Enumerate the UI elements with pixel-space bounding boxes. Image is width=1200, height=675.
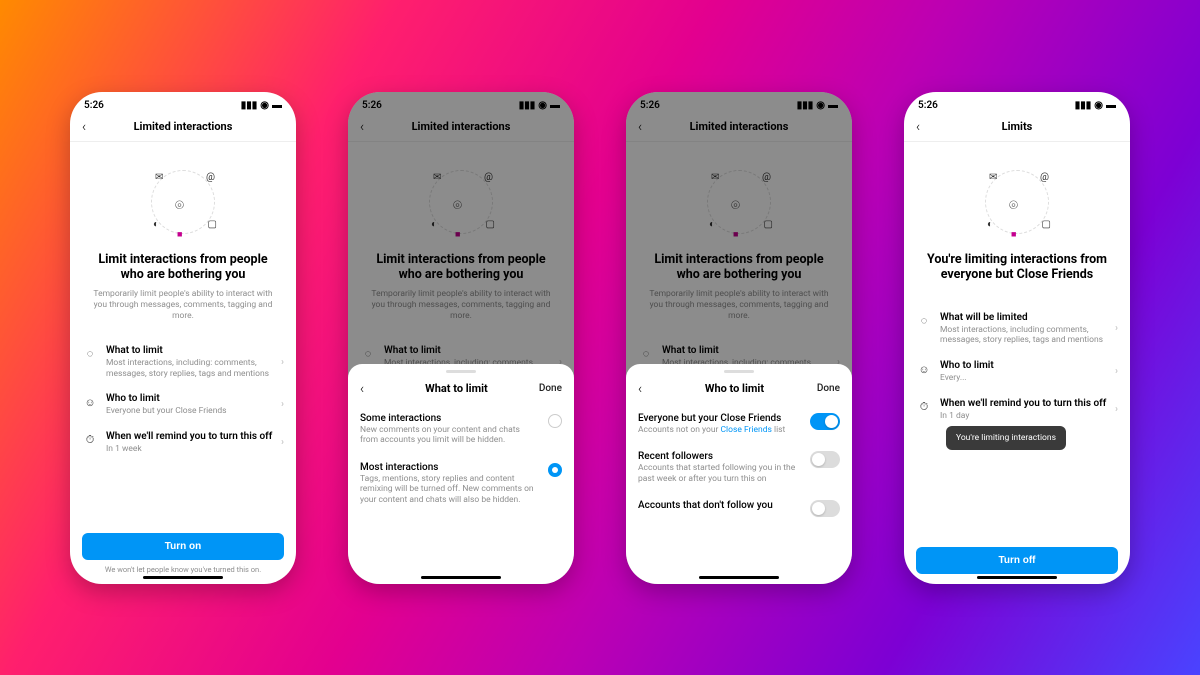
sheet-handle[interactable]	[446, 370, 476, 373]
chevron-right-icon: ›	[1115, 404, 1118, 415]
status-time: 5:26	[84, 100, 104, 111]
signal-icon: ▮▮▮	[241, 100, 258, 111]
clock-icon: ⏱	[916, 399, 932, 415]
screen-header: ‹ Limits	[904, 115, 1130, 142]
back-icon[interactable]: ‹	[82, 119, 96, 135]
send-icon: ✉	[155, 172, 163, 183]
row-what-limited[interactable]: ◌ What will be limitedMost interactions,…	[904, 305, 1130, 353]
status-indicators: ▮▮▮ ◉ ▬	[241, 100, 282, 111]
sheet-handle[interactable]	[724, 370, 754, 373]
chat-icon: ◌	[916, 313, 932, 329]
phone-what-to-limit-sheet: 5:26▮▮▮◉▬ ‹Limited interactions ✉@◐▢⌾■ L…	[348, 92, 574, 584]
settings-list: ◌ What to limitMost interactions, includ…	[70, 332, 296, 525]
battery-icon: ▬	[1106, 100, 1116, 111]
hero-section: ✉@◐▢⌾■ You're limiting interactions from…	[904, 142, 1130, 299]
comment-icon: ◐	[153, 219, 159, 230]
lock-icon: ■	[177, 229, 182, 240]
status-bar: 5:26 ▮▮▮◉▬	[904, 92, 1130, 115]
chevron-right-icon: ›	[1115, 366, 1118, 377]
row-what-to-limit[interactable]: ◌ What to limitMost interactions, includ…	[70, 338, 296, 386]
wifi-icon: ◉	[1094, 100, 1103, 111]
option-most-interactions[interactable]: Most interactionsTags, mentions, story r…	[348, 454, 574, 514]
person-icon: ☺	[82, 394, 98, 410]
phone-who-to-limit-sheet: 5:26▮▮▮◉▬ ‹Limited interactions ✉@◐▢⌾■ L…	[626, 92, 852, 584]
option-everyone-but-close-friends[interactable]: Everyone but your Close FriendsAccounts …	[626, 405, 852, 444]
settings-list: ◌ What will be limitedMost interactions,…	[904, 299, 1130, 539]
done-button[interactable]: Done	[817, 383, 840, 394]
hero-graphic: ✉ @ ◐ ▢ ⌾ ■	[141, 160, 225, 244]
radio-icon[interactable]	[548, 414, 562, 428]
at-icon: @	[206, 172, 215, 183]
chevron-right-icon: ›	[281, 357, 284, 368]
home-indicator	[977, 576, 1057, 579]
radio-icon[interactable]	[548, 463, 562, 477]
chevron-right-icon: ›	[1115, 323, 1118, 334]
toast-notification: You're limiting interactions	[946, 426, 1066, 450]
clock-icon: ⏱	[82, 432, 98, 448]
sheet-title: What to limit	[425, 382, 488, 395]
footer-note: We won't let people know you've turned t…	[82, 565, 284, 574]
hero-title: Limit interactions from people who are b…	[88, 252, 278, 283]
back-icon[interactable]: ‹	[916, 119, 930, 135]
hero-title: You're limiting interactions from everyo…	[922, 252, 1112, 283]
row-who-to-limit[interactable]: ☺ Who to limitEvery... ›	[904, 353, 1130, 391]
signal-icon: ▮▮▮	[1075, 100, 1092, 111]
toggle-switch[interactable]	[810, 451, 840, 468]
status-bar: 5:26 ▮▮▮ ◉ ▬	[70, 92, 296, 115]
row-reminder[interactable]: ⏱ When we'll remind you to turn this off…	[70, 424, 296, 462]
option-some-interactions[interactable]: Some interactionsNew comments on your co…	[348, 405, 574, 454]
wifi-icon: ◉	[260, 100, 269, 111]
screen-header: ‹ Limited interactions	[70, 115, 296, 142]
sheet-what-to-limit: ‹ What to limit Done Some interactionsNe…	[348, 364, 574, 584]
row-reminder[interactable]: ⏱ When we'll remind you to turn this off…	[904, 391, 1130, 429]
option-recent-followers[interactable]: Recent followersAccounts that started fo…	[626, 443, 852, 492]
toggle-switch[interactable]	[810, 500, 840, 517]
turn-off-button[interactable]: Turn off	[916, 547, 1118, 574]
chat-icon: ◌	[82, 346, 98, 362]
back-icon[interactable]: ‹	[638, 381, 652, 397]
hero-section: ✉ @ ◐ ▢ ⌾ ■ Limit interactions from peop…	[70, 142, 296, 332]
option-dont-follow-you[interactable]: Accounts that don't follow you	[626, 492, 852, 525]
chevron-right-icon: ›	[281, 399, 284, 410]
done-button[interactable]: Done	[539, 383, 562, 394]
toggle-switch[interactable]	[810, 413, 840, 430]
row-who-to-limit[interactable]: ☺ Who to limitEveryone but your Close Fr…	[70, 386, 296, 424]
person-icon: ☺	[916, 361, 932, 377]
page-title: Limits	[930, 120, 1104, 133]
phone-limits-active: 5:26 ▮▮▮◉▬ ‹ Limits ✉@◐▢⌾■ You're limiti…	[904, 92, 1130, 584]
sheet-title: Who to limit	[705, 382, 764, 395]
chevron-right-icon: ›	[281, 437, 284, 448]
battery-icon: ▬	[272, 100, 282, 111]
sheet-who-to-limit: ‹ Who to limit Done Everyone but your Cl…	[626, 364, 852, 584]
people-icon: ⌾	[175, 196, 184, 214]
home-indicator	[143, 576, 223, 579]
back-icon[interactable]: ‹	[360, 381, 374, 397]
hero-subtitle: Temporarily limit people's ability to in…	[88, 289, 278, 322]
tag-icon: ▢	[208, 219, 217, 230]
hero-graphic: ✉@◐▢⌾■	[975, 160, 1059, 244]
phone-limited-interactions: 5:26 ▮▮▮ ◉ ▬ ‹ Limited interactions ✉ @ …	[70, 92, 296, 584]
page-title: Limited interactions	[96, 120, 270, 133]
turn-on-button[interactable]: Turn on	[82, 533, 284, 560]
status-time: 5:26	[918, 100, 938, 111]
